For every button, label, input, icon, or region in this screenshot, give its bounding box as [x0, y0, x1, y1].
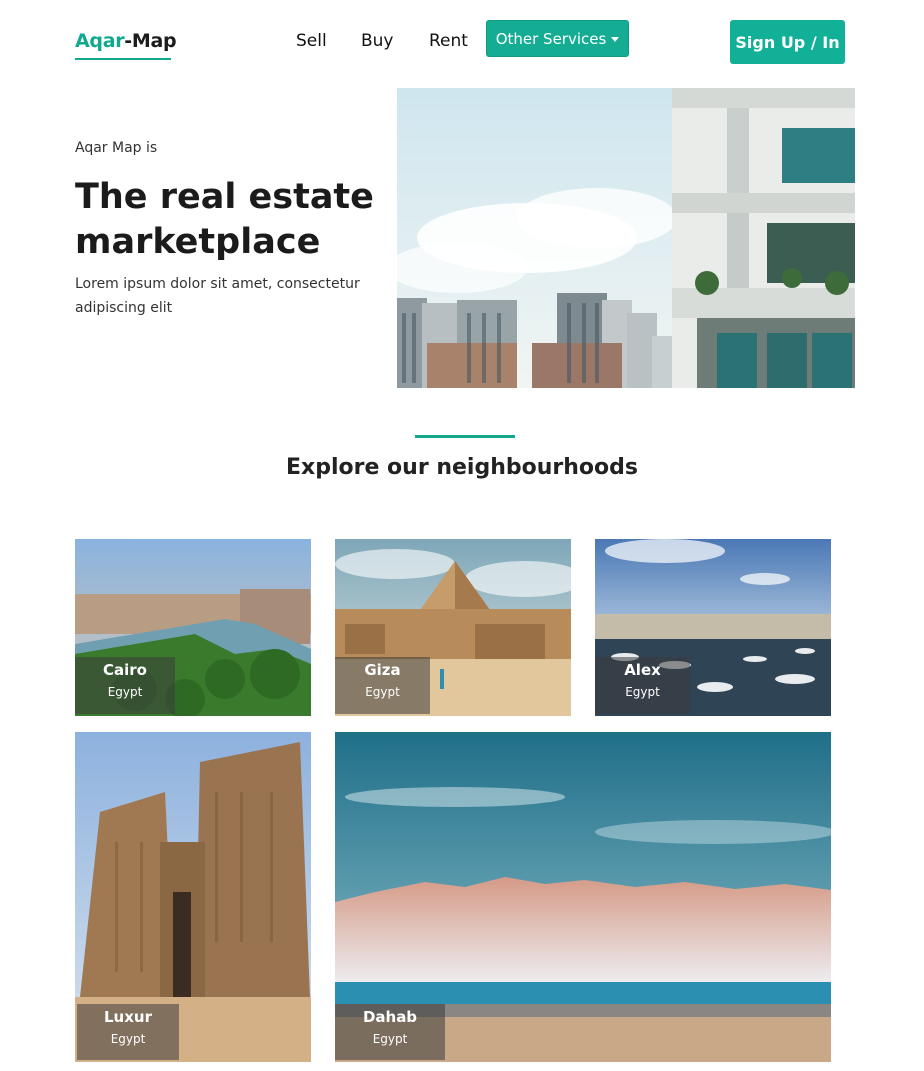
- logo-underline: [75, 58, 171, 60]
- logo-accent-text: Aqar: [75, 30, 125, 52]
- card-label: Luxur Egypt: [77, 1004, 179, 1060]
- hero-intro: Aqar Map is: [75, 140, 158, 156]
- section-divider: [415, 435, 515, 438]
- card-label: Dahab Egypt: [335, 1004, 445, 1060]
- card-city: Giza: [364, 661, 401, 679]
- neighbourhood-card-dahab[interactable]: Dahab Egypt: [335, 732, 831, 1062]
- card-country: Egypt: [625, 685, 660, 699]
- card-country: Egypt: [107, 685, 143, 699]
- nav-link-buy[interactable]: Buy: [361, 31, 394, 51]
- card-country: Egypt: [110, 1032, 146, 1046]
- card-city: Luxur: [104, 1008, 152, 1026]
- caret-down-icon: [611, 37, 620, 42]
- card-city: Alex: [624, 661, 661, 679]
- hero-building-image: [397, 88, 855, 388]
- logo-rest-text: -Map: [124, 30, 177, 52]
- card-country: Egypt: [372, 1032, 408, 1046]
- neighbourhood-card-giza[interactable]: Giza Egypt: [335, 539, 571, 716]
- neighbourhood-card-alex[interactable]: Alex Egypt: [595, 539, 831, 716]
- card-label: Alex Egypt: [595, 657, 690, 714]
- card-city: Dahab: [362, 1008, 418, 1026]
- logo[interactable]: Aqar-Map: [75, 30, 177, 52]
- other-services-label: Other Services: [495, 29, 607, 48]
- card-country: Egypt: [365, 685, 400, 699]
- hero-description: Lorem ipsum dolor sit amet, consectetur …: [75, 276, 360, 316]
- other-services-dropdown[interactable]: Other Services: [486, 20, 629, 57]
- nav-link-rent[interactable]: Rent: [429, 31, 468, 51]
- card-city: Cairo: [103, 661, 147, 679]
- nav-link-sell[interactable]: Sell: [296, 31, 327, 51]
- neighbourhood-card-luxur[interactable]: Luxur Egypt: [75, 732, 311, 1062]
- hero-title: The real estate marketplace: [75, 177, 374, 262]
- card-label: Cairo Egypt: [75, 657, 175, 714]
- signup-button[interactable]: Sign Up / In: [730, 20, 845, 64]
- card-label: Giza Egypt: [335, 657, 430, 714]
- section-title: Explore our neighbourhoods: [286, 455, 638, 480]
- neighbourhood-card-cairo[interactable]: Cairo Egypt: [75, 539, 311, 716]
